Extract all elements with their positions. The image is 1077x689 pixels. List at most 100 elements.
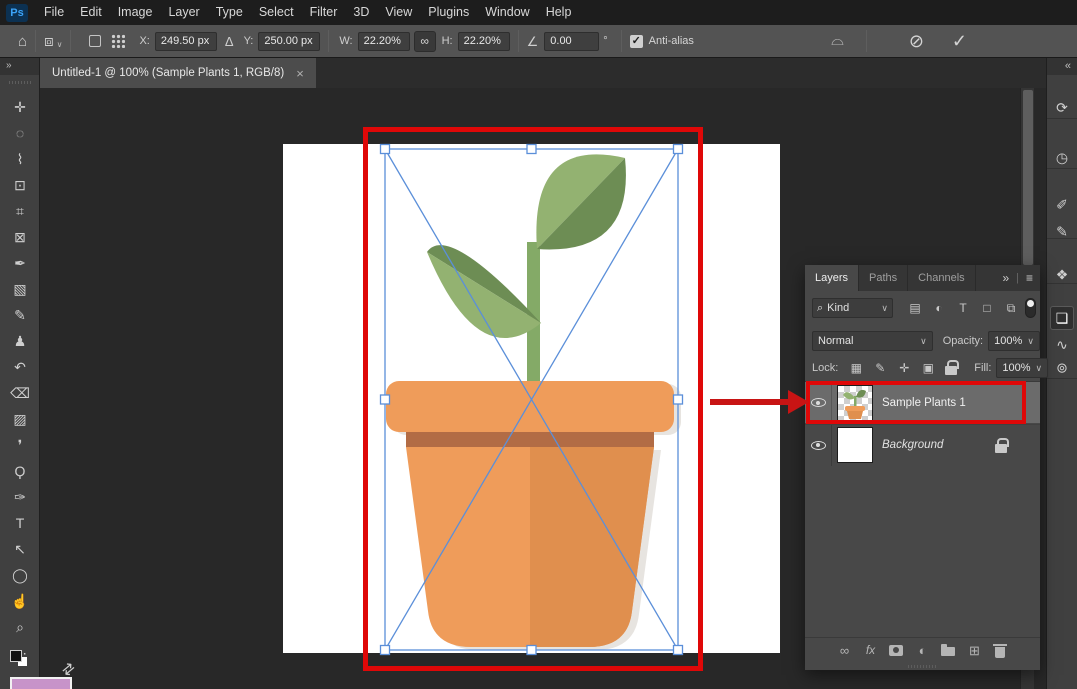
maintain-aspect-ratio-icon[interactable]: ∞ [414, 31, 436, 52]
hand-tool[interactable]: ☝ [0, 588, 40, 614]
lock-position-icon[interactable]: ✛ [892, 360, 916, 376]
dodge-tool[interactable]: Ϙ [0, 458, 40, 484]
path-selection-tool[interactable]: ↖ [0, 536, 40, 562]
home-icon[interactable]: ⌂ [18, 34, 27, 49]
close-tab-icon[interactable]: × [296, 66, 304, 81]
type-tool[interactable]: T [0, 510, 40, 536]
frame-tool[interactable]: ⊠ [0, 224, 40, 250]
object-selection-tool[interactable]: ⊡ [0, 172, 40, 198]
commit-transform-icon[interactable]: ✓ [938, 31, 981, 52]
lock-artboard-icon[interactable]: ▣ [916, 360, 940, 376]
blur-tool[interactable]: ❜ [0, 432, 40, 458]
rotation-field[interactable]: 0.00 [544, 32, 599, 51]
lock-all-icon[interactable] [940, 360, 964, 376]
menu-3d[interactable]: 3D [345, 0, 377, 25]
ellipse-shape-tool[interactable]: ◯ [0, 562, 40, 588]
new-layer-icon[interactable]: ⊞ [966, 643, 983, 659]
menu-layer[interactable]: Layer [160, 0, 207, 25]
document-tab[interactable]: Untitled-1 @ 100% (Sample Plants 1, RGB/… [40, 58, 316, 88]
toggle-reference-point-checkbox[interactable] [89, 35, 101, 47]
width-scale-field[interactable]: 22.20% [358, 32, 410, 51]
menu-window[interactable]: Window [477, 0, 537, 25]
delete-layer-icon[interactable] [992, 643, 1009, 659]
history-brush-tool[interactable]: ↶ [0, 354, 40, 380]
tab-layers[interactable]: Layers [805, 265, 859, 291]
adjustment-layer-icon[interactable]: ◐ [914, 643, 931, 659]
menu-help[interactable]: Help [538, 0, 580, 25]
eyedropper-tool[interactable]: ✒ [0, 250, 40, 276]
x-position-field[interactable]: 249.50 px [155, 32, 217, 51]
panel-resize-grip[interactable] [908, 665, 938, 668]
menu-view[interactable]: View [377, 0, 420, 25]
filter-smart-object-icon[interactable]: ⧉ [999, 301, 1023, 316]
layer-effects-icon[interactable]: fx [862, 643, 879, 659]
toolbar-grip[interactable] [9, 81, 31, 84]
pen-tool[interactable]: ✑ [0, 484, 40, 510]
link-layers-icon[interactable]: ∞ [836, 643, 853, 659]
paths-panel-icon[interactable]: ∿ [1056, 337, 1068, 354]
tool-bar: » ✛◌⌇⊡⌗⊠✒▧✎♟↶⌫▨❜Ϙ✑T↖◯☝⌕⋯ [0, 58, 40, 689]
layers-panel-icon[interactable]: ❏ [1050, 306, 1074, 330]
relative-positioning-icon[interactable]: Δ [225, 35, 234, 48]
y-position-field[interactable]: 250.00 px [258, 32, 320, 51]
tool-preset-chevron-icon[interactable]: ∨ [57, 40, 63, 49]
panel-menu-icon[interactable]: ≡ [1019, 271, 1040, 285]
panel-dock-strip: « ⟳◷✐✎❖❏∿⊚ [1046, 58, 1077, 689]
zoom-tool[interactable]: ⌕ [0, 614, 40, 640]
lock-pixels-icon[interactable]: ✎ [868, 360, 892, 376]
visibility-eye-icon[interactable] [811, 441, 826, 450]
cancel-transform-icon[interactable]: ⊘ [895, 31, 938, 52]
opacity-dropdown[interactable]: 100% ∨ [988, 331, 1040, 351]
lock-transparency-icon[interactable]: ▦ [844, 360, 868, 376]
blend-mode-dropdown[interactable]: Normal ∨ [812, 331, 933, 351]
annotation-arrow [710, 388, 810, 418]
reference-point-locator-icon[interactable] [111, 34, 125, 48]
layer-mask-icon[interactable] [888, 643, 905, 659]
menu-file[interactable]: File [36, 0, 72, 25]
scrollbar-thumb[interactable] [1023, 90, 1033, 265]
filter-adjustment-icon[interactable]: ◐ [927, 301, 951, 316]
elliptical-marquee-tool[interactable]: ◌ [0, 120, 40, 146]
filter-shape-icon[interactable]: □ [975, 301, 999, 316]
eraser-tool[interactable]: ⌫ [0, 380, 40, 406]
expand-toolbar-icon[interactable]: » [0, 58, 39, 75]
menu-edit[interactable]: Edit [72, 0, 110, 25]
filter-type-icon[interactable]: T [951, 301, 975, 316]
history-icon[interactable]: ◷ [1056, 150, 1068, 167]
height-scale-field[interactable]: 22.20% [458, 32, 510, 51]
new-group-icon[interactable] [940, 643, 957, 659]
healing-brush-tool[interactable]: ▧ [0, 276, 40, 302]
crop-tool[interactable]: ⌗ [0, 198, 40, 224]
eye-cell[interactable] [805, 425, 832, 466]
channels-panel-icon[interactable]: ⊚ [1056, 360, 1068, 377]
menu-type[interactable]: Type [208, 0, 251, 25]
layer-name[interactable]: Background [882, 439, 943, 451]
polygonal-lasso-tool[interactable]: ⌇ [0, 146, 40, 172]
gradient-tool[interactable]: ▨ [0, 406, 40, 432]
move-tool[interactable]: ✛ [0, 94, 40, 120]
filtering-toggle[interactable] [1025, 298, 1036, 318]
filter-pixel-icon[interactable]: ▤ [903, 301, 927, 316]
fill-dropdown[interactable]: 100% ∨ [996, 358, 1048, 378]
menu-image[interactable]: Image [110, 0, 161, 25]
clone-stamp-tool[interactable]: ♟ [0, 328, 40, 354]
anti-alias-checkbox[interactable]: ✓ [630, 35, 643, 48]
swatches-icon[interactable]: ❖ [1056, 267, 1069, 284]
filter-kind-dropdown[interactable]: ⌕ Kind ∨ [812, 298, 893, 318]
collapse-panels-icon[interactable]: « [1047, 58, 1077, 75]
tab-channels[interactable]: Channels [908, 265, 975, 291]
layer-row-background[interactable]: Background [805, 424, 1040, 465]
menu-select[interactable]: Select [251, 0, 302, 25]
tab-paths[interactable]: Paths [859, 265, 908, 291]
foreground-color-swatch[interactable] [10, 677, 72, 689]
panel-expand-icon[interactable]: » [995, 271, 1016, 285]
layer-thumbnail[interactable] [837, 427, 873, 463]
default-colors-icon[interactable] [10, 650, 30, 667]
menu-plugins[interactable]: Plugins [420, 0, 477, 25]
transform-tool-icon[interactable]: ⧈ [44, 34, 54, 49]
version-history-icon[interactable]: ⟳ [1056, 100, 1068, 117]
warp-mode-icon[interactable]: ⌓ [817, 32, 858, 50]
menu-filter[interactable]: Filter [302, 0, 346, 25]
brush-tool[interactable]: ✎ [0, 302, 40, 328]
brush-settings-icon[interactable]: ✐ [1056, 197, 1068, 214]
